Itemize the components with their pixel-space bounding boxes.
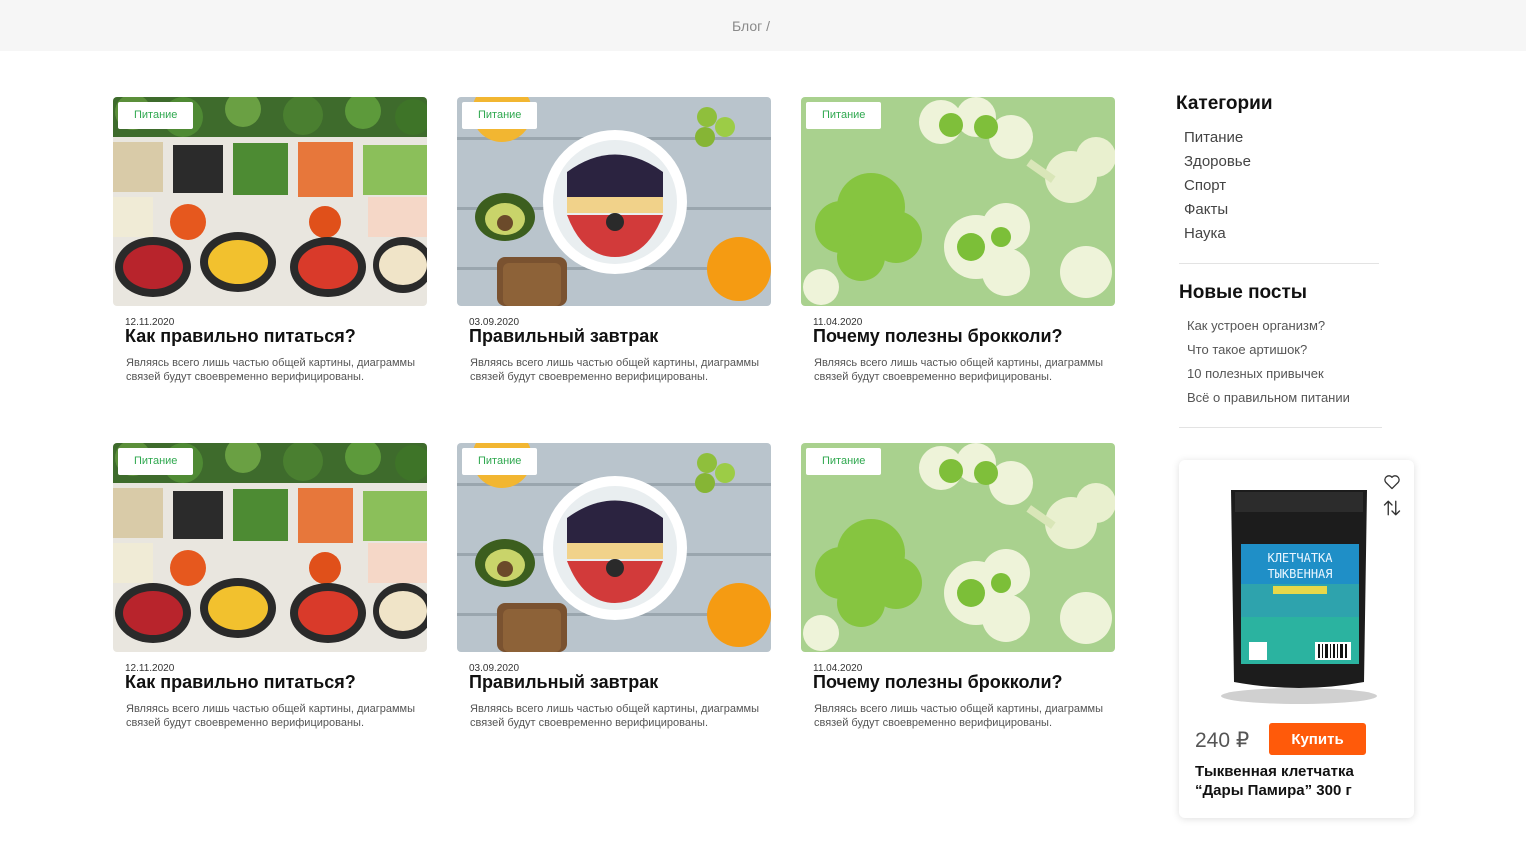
post-excerpt: Являясь всего лишь частью общей картины,…	[126, 703, 415, 729]
post-tag[interactable]: Питание	[118, 448, 194, 475]
sidebar-divider	[1179, 263, 1379, 264]
post-excerpt: Являясь всего лишь частью общей картины,…	[470, 703, 759, 729]
post-tag[interactable]: Питание	[806, 448, 882, 475]
post-title[interactable]: Почему полезны брокколи?	[813, 326, 1063, 347]
buy-button[interactable]: Купить	[1269, 723, 1366, 755]
post-excerpt: Являясь всего лишь частью общей картины,…	[814, 703, 1103, 729]
post-title[interactable]: Как правильно питаться?	[125, 326, 356, 347]
post-title[interactable]: Как правильно питаться?	[125, 672, 356, 693]
breadcrumb[interactable]: Блог /	[732, 18, 770, 34]
new-posts-heading: Новые посты	[1179, 282, 1308, 303]
category-item[interactable]: Питание	[1184, 126, 1251, 150]
post-excerpt: Являясь всего лишь частью общей картины,…	[814, 357, 1103, 383]
post-excerpt: Являясь всего лишь частью общей картины,…	[126, 357, 415, 383]
new-post-item[interactable]: Всё о правильном питании	[1187, 386, 1350, 410]
product-image[interactable]: КЛЕТЧАТКА ТЫКВЕННАЯ	[1219, 482, 1379, 707]
post-title[interactable]: Правильный завтрак	[469, 326, 658, 347]
new-posts-list: Как устроен организм? Что такое артишок?…	[1187, 314, 1350, 410]
category-item[interactable]: Здоровье	[1184, 150, 1251, 174]
compare-arrows-icon[interactable]	[1383, 498, 1401, 518]
product-card[interactable]: КЛЕТЧАТКА ТЫКВЕННАЯ 240 ₽ Купить Тыквенн…	[1179, 460, 1414, 818]
pack-text-line: КЛЕТЧАТКА	[1267, 551, 1333, 565]
post-tag[interactable]: Питание	[462, 448, 538, 475]
new-post-item[interactable]: Что такое артишок?	[1187, 338, 1350, 362]
product-name[interactable]: Тыквенная клетчатка “Дары Памира” 300 г	[1195, 762, 1405, 800]
category-item[interactable]: Спорт	[1184, 174, 1251, 198]
sidebar-divider	[1179, 427, 1382, 428]
heart-icon[interactable]	[1383, 474, 1401, 490]
new-post-item[interactable]: Как устроен организм?	[1187, 314, 1350, 338]
categories-list: Питание Здоровье Спорт Факты Наука	[1184, 126, 1251, 246]
product-price: 240 ₽	[1195, 729, 1250, 752]
category-item[interactable]: Факты	[1184, 198, 1251, 222]
category-item[interactable]: Наука	[1184, 222, 1251, 246]
post-tag[interactable]: Питание	[806, 102, 882, 129]
post-title[interactable]: Правильный завтрак	[469, 672, 658, 693]
post-title[interactable]: Почему полезны брокколи?	[813, 672, 1063, 693]
new-post-item[interactable]: 10 полезных привычек	[1187, 362, 1350, 386]
categories-heading: Категории	[1176, 93, 1273, 114]
post-tag[interactable]: Питание	[118, 102, 194, 129]
top-bar: Блог /	[0, 0, 1526, 51]
post-excerpt: Являясь всего лишь частью общей картины,…	[470, 357, 759, 383]
pack-text-line: ТЫКВЕННАЯ	[1267, 567, 1332, 581]
post-tag[interactable]: Питание	[462, 102, 538, 129]
